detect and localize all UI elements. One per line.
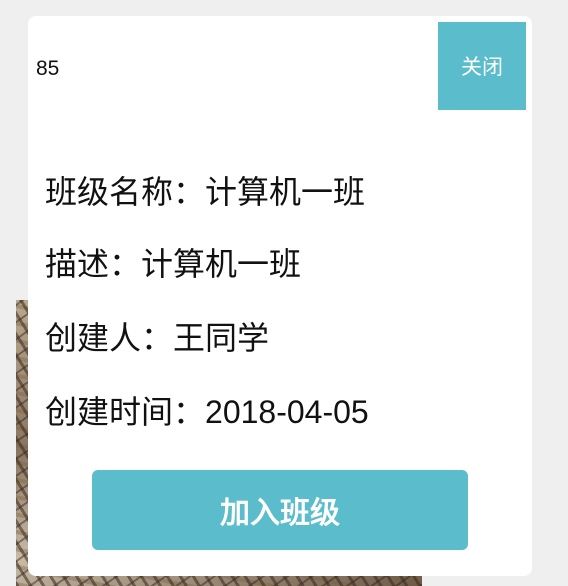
class-name-row: 班级名称：计算机一班 — [45, 172, 365, 212]
class-name-label: 班级名称： — [45, 173, 206, 211]
description-label: 描述： — [45, 245, 142, 283]
creator-label: 创建人： — [45, 319, 174, 357]
class-name-value: 计算机一班 — [205, 173, 366, 211]
class-info-dialog: 85 关闭 班级名称：计算机一班 描述：计算机一班 创建人：王同学 创建时间：2… — [28, 16, 532, 576]
join-class-button[interactable]: 加入班级 — [92, 470, 468, 550]
created-time-row: 创建时间：2018-04-05 — [45, 392, 369, 432]
class-id-text: 85 — [36, 57, 60, 80]
created-time-label: 创建时间： — [45, 393, 206, 431]
creator-value: 王同学 — [173, 319, 270, 357]
created-time-value: 2018-04-05 — [205, 394, 369, 430]
creator-row: 创建人：王同学 — [45, 318, 269, 358]
description-row: 描述：计算机一班 — [45, 244, 301, 284]
description-value: 计算机一班 — [141, 245, 302, 283]
close-button[interactable]: 关闭 — [438, 22, 526, 110]
